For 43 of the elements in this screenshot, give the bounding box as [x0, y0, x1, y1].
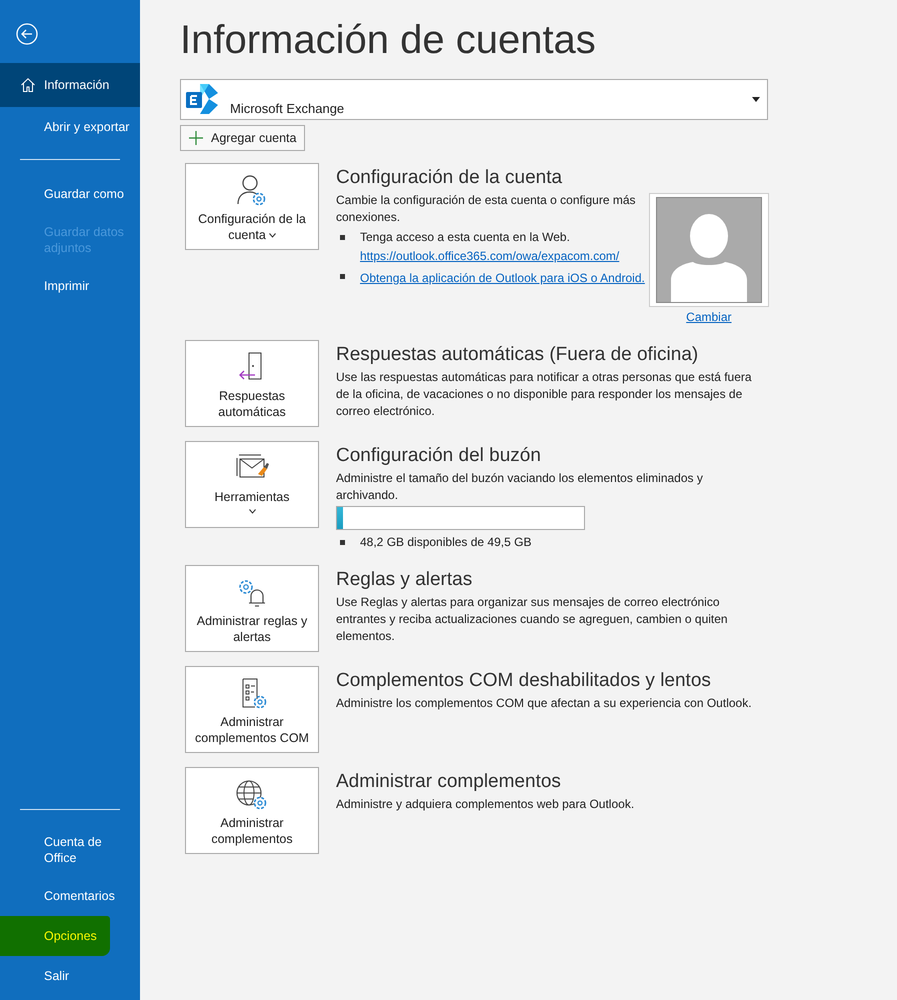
nav-item[interactable]: Información — [0, 63, 140, 107]
link[interactable]: https://outlook.office365.com/owa/expacom.com/ — [360, 248, 620, 265]
section-heading: Reglas y alertas — [336, 569, 474, 591]
section-heading: Complementos COM deshabilitados y lentos — [336, 670, 712, 692]
section-description: Administre los complementos COM que afectan a su experiencia con Outlook. — [336, 695, 753, 712]
tile-button[interactable]: Administrar complementos — [185, 767, 319, 854]
section-description: Use las respuestas automáticas para notificar a otras personas que está fuera de la oficina, de vacaciones o no disponible para responder los mensajes de correo electrónico. — [336, 369, 753, 420]
bullet-text: Tenga acceso a esta cuenta en la Web. — [360, 229, 571, 246]
change-photo-link[interactable]: Cambiar — [686, 309, 732, 326]
page-title: Información de cuentas — [180, 18, 597, 63]
bullet-icon — [340, 540, 345, 545]
tile-button[interactable]: Administrar complementos COM — [185, 666, 319, 753]
link[interactable]: Obtenga la aplicación de Outlook para iOS o Android. — [360, 270, 645, 287]
bullet-icon — [340, 235, 345, 240]
bullet-icon — [340, 274, 345, 279]
section-heading: Configuración de la cuenta — [336, 167, 564, 189]
back-button[interactable] — [16, 23, 38, 45]
home-icon — [20, 77, 36, 93]
nav-item[interactable]: Cuenta de Office — [0, 824, 140, 876]
section-heading: Respuestas automáticas (Fuera de oficina) — [336, 344, 700, 366]
nav-item[interactable]: Abrir y exportar — [0, 107, 140, 147]
caret-icon — [752, 97, 760, 102]
section-description: Administre el tamaño del buzón vaciando los elementos eliminados y archivando. — [336, 470, 704, 504]
tile-button[interactable]: Configuración de la cuenta — [185, 163, 319, 250]
tile-button[interactable]: Administrar reglas y alertas — [185, 565, 319, 652]
add-account-button[interactable]: Agregar cuenta — [180, 125, 306, 151]
tile-button[interactable]: Respuestas automáticas — [185, 340, 319, 427]
section-heading: Configuración del buzón — [336, 445, 542, 467]
nav-item[interactable]: Comentarios — [0, 876, 140, 916]
tile-button[interactable]: Herramientas — [185, 441, 319, 528]
section-heading: Administrar complementos — [336, 771, 562, 793]
nav-item[interactable]: Imprimir — [0, 266, 140, 306]
exchange-logo-icon — [186, 84, 218, 114]
section-description: Use Reglas y alertas para organizar sus mensajes de correo electrónico entrantes y reciba actualizaciones cuando se agreguen, cambien o quiten elementos. — [336, 594, 729, 645]
nav-item[interactable]: Salir — [0, 956, 140, 996]
nav-item[interactable]: Opciones — [0, 916, 110, 956]
plus-icon — [189, 131, 203, 145]
section-description: Cambie la configuración de esta cuenta o configure más conexiones. — [336, 192, 637, 226]
nav-item[interactable]: Guardar como — [0, 174, 140, 214]
storage-reading: 48,2 GB disponibles de 49,5 GB — [360, 534, 532, 551]
section-description: Administre y adquiera complementos web para Outlook. — [336, 796, 636, 813]
avatar-icon — [656, 197, 762, 303]
account-dropdown[interactable]: Microsoft Exchange — [180, 79, 768, 120]
